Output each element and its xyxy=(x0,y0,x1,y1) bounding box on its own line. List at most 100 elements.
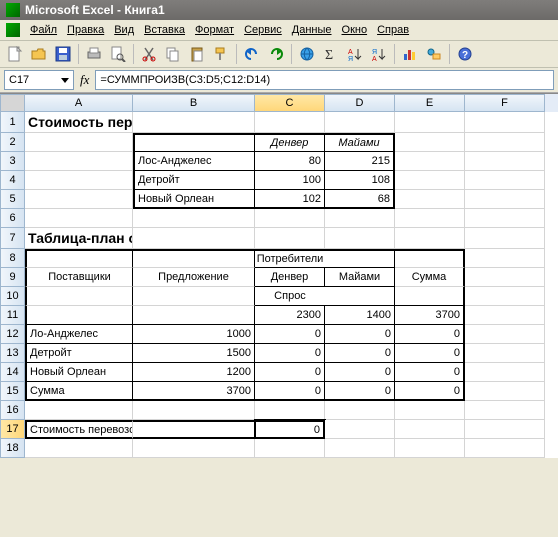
cell[interactable] xyxy=(325,209,395,228)
cell[interactable]: 1000 xyxy=(133,325,255,344)
menu-format[interactable]: Формат xyxy=(195,24,234,36)
cell[interactable]: 0 xyxy=(395,344,465,363)
copy-icon[interactable] xyxy=(162,43,184,65)
row-header[interactable]: 7 xyxy=(0,228,25,249)
cell[interactable]: 1200 xyxy=(133,363,255,382)
formula-input[interactable]: =СУММПРОИЗВ(C3:D5;C12:D14) xyxy=(95,70,554,90)
row-header[interactable]: 11 xyxy=(0,306,25,325)
row-header[interactable]: 14 xyxy=(0,363,25,382)
cell[interactable] xyxy=(465,112,545,133)
cell[interactable] xyxy=(255,401,325,420)
cell[interactable]: Денвер xyxy=(255,268,325,287)
cell[interactable] xyxy=(465,401,545,420)
worksheet-grid[interactable]: A B C D E F 1 Стоимость перевозки одного… xyxy=(0,93,558,458)
sort-asc-icon[interactable]: АЯ xyxy=(344,43,366,65)
save-icon[interactable] xyxy=(52,43,74,65)
paste-icon[interactable] xyxy=(186,43,208,65)
cell[interactable] xyxy=(465,152,545,171)
cell[interactable] xyxy=(133,287,255,306)
cell[interactable] xyxy=(133,228,255,249)
cell[interactable] xyxy=(133,249,255,268)
cell[interactable] xyxy=(133,306,255,325)
row-header[interactable]: 1 xyxy=(0,112,25,133)
cell[interactable] xyxy=(25,306,133,325)
cell[interactable]: Майами xyxy=(325,133,395,152)
row-header[interactable]: 6 xyxy=(0,209,25,228)
menu-tools[interactable]: Сервис xyxy=(244,24,282,36)
cell[interactable]: Спрос xyxy=(255,287,325,306)
col-header-f[interactable]: F xyxy=(465,94,545,112)
cell[interactable]: Предложение xyxy=(133,268,255,287)
cell[interactable] xyxy=(465,439,545,458)
cell[interactable]: Ло-Анджелес xyxy=(25,325,133,344)
row-header[interactable]: 4 xyxy=(0,171,25,190)
cell[interactable] xyxy=(255,228,325,249)
cell[interactable]: Новый Орлеан xyxy=(25,363,133,382)
cell[interactable] xyxy=(325,287,395,306)
chart-wizard-icon[interactable] xyxy=(399,43,421,65)
cell[interactable]: Потребители xyxy=(255,249,325,268)
cell[interactable] xyxy=(395,228,465,249)
col-header-c[interactable]: C xyxy=(255,94,325,112)
cell[interactable] xyxy=(465,325,545,344)
cell[interactable] xyxy=(325,249,395,268)
cell[interactable] xyxy=(133,112,255,133)
name-box[interactable]: C17 xyxy=(4,70,74,90)
cell[interactable] xyxy=(133,439,255,458)
cell[interactable] xyxy=(325,112,395,133)
undo-icon[interactable] xyxy=(241,43,263,65)
cell[interactable] xyxy=(465,133,545,152)
cell[interactable] xyxy=(395,209,465,228)
row-header[interactable]: 16 xyxy=(0,401,25,420)
cell[interactable]: 80 xyxy=(255,152,325,171)
cell[interactable]: 0 xyxy=(325,382,395,401)
cell[interactable]: Поставщики xyxy=(25,268,133,287)
format-painter-icon[interactable] xyxy=(210,43,232,65)
cell[interactable] xyxy=(465,249,545,268)
cell[interactable]: Стоимость перевозки одного автомобиля xyxy=(25,112,133,133)
col-header-b[interactable]: B xyxy=(133,94,255,112)
row-header[interactable]: 10 xyxy=(0,287,25,306)
col-header-d[interactable]: D xyxy=(325,94,395,112)
cell[interactable]: 3700 xyxy=(395,306,465,325)
redo-icon[interactable] xyxy=(265,43,287,65)
cell[interactable]: 0 xyxy=(255,363,325,382)
cell[interactable] xyxy=(465,306,545,325)
menu-file[interactable]: Файл xyxy=(30,24,57,36)
cell[interactable]: 0 xyxy=(395,363,465,382)
chevron-down-icon[interactable] xyxy=(61,78,69,83)
row-header[interactable]: 8 xyxy=(0,249,25,268)
cell[interactable] xyxy=(25,249,133,268)
menu-help[interactable]: Справ xyxy=(377,24,409,36)
cell[interactable] xyxy=(133,209,255,228)
new-icon[interactable] xyxy=(4,43,26,65)
cell[interactable] xyxy=(133,401,255,420)
cell[interactable] xyxy=(465,382,545,401)
cell[interactable] xyxy=(395,287,465,306)
row-header[interactable]: 3 xyxy=(0,152,25,171)
cell[interactable] xyxy=(395,171,465,190)
row-header[interactable]: 12 xyxy=(0,325,25,344)
cell[interactable] xyxy=(465,287,545,306)
select-all-corner[interactable] xyxy=(0,94,25,112)
menu-edit[interactable]: Правка xyxy=(67,24,104,36)
cell[interactable] xyxy=(255,112,325,133)
cell[interactable] xyxy=(25,401,133,420)
cell[interactable]: 0 xyxy=(395,325,465,344)
cell[interactable] xyxy=(133,420,255,439)
menu-window[interactable]: Окно xyxy=(342,24,368,36)
cell[interactable]: Таблица-план оптимального закрепления xyxy=(25,228,133,249)
cell[interactable] xyxy=(133,133,255,152)
cell[interactable] xyxy=(325,401,395,420)
col-header-a[interactable]: A xyxy=(25,94,133,112)
cell[interactable]: 0 xyxy=(255,382,325,401)
cell[interactable]: 215 xyxy=(325,152,395,171)
active-cell[interactable]: 0 xyxy=(255,420,325,439)
cell[interactable] xyxy=(465,420,545,439)
cell[interactable]: 102 xyxy=(255,190,325,209)
cell[interactable]: 108 xyxy=(325,171,395,190)
cell[interactable] xyxy=(25,133,133,152)
cell[interactable]: 0 xyxy=(395,382,465,401)
cell[interactable] xyxy=(25,439,133,458)
menu-view[interactable]: Вид xyxy=(114,24,134,36)
